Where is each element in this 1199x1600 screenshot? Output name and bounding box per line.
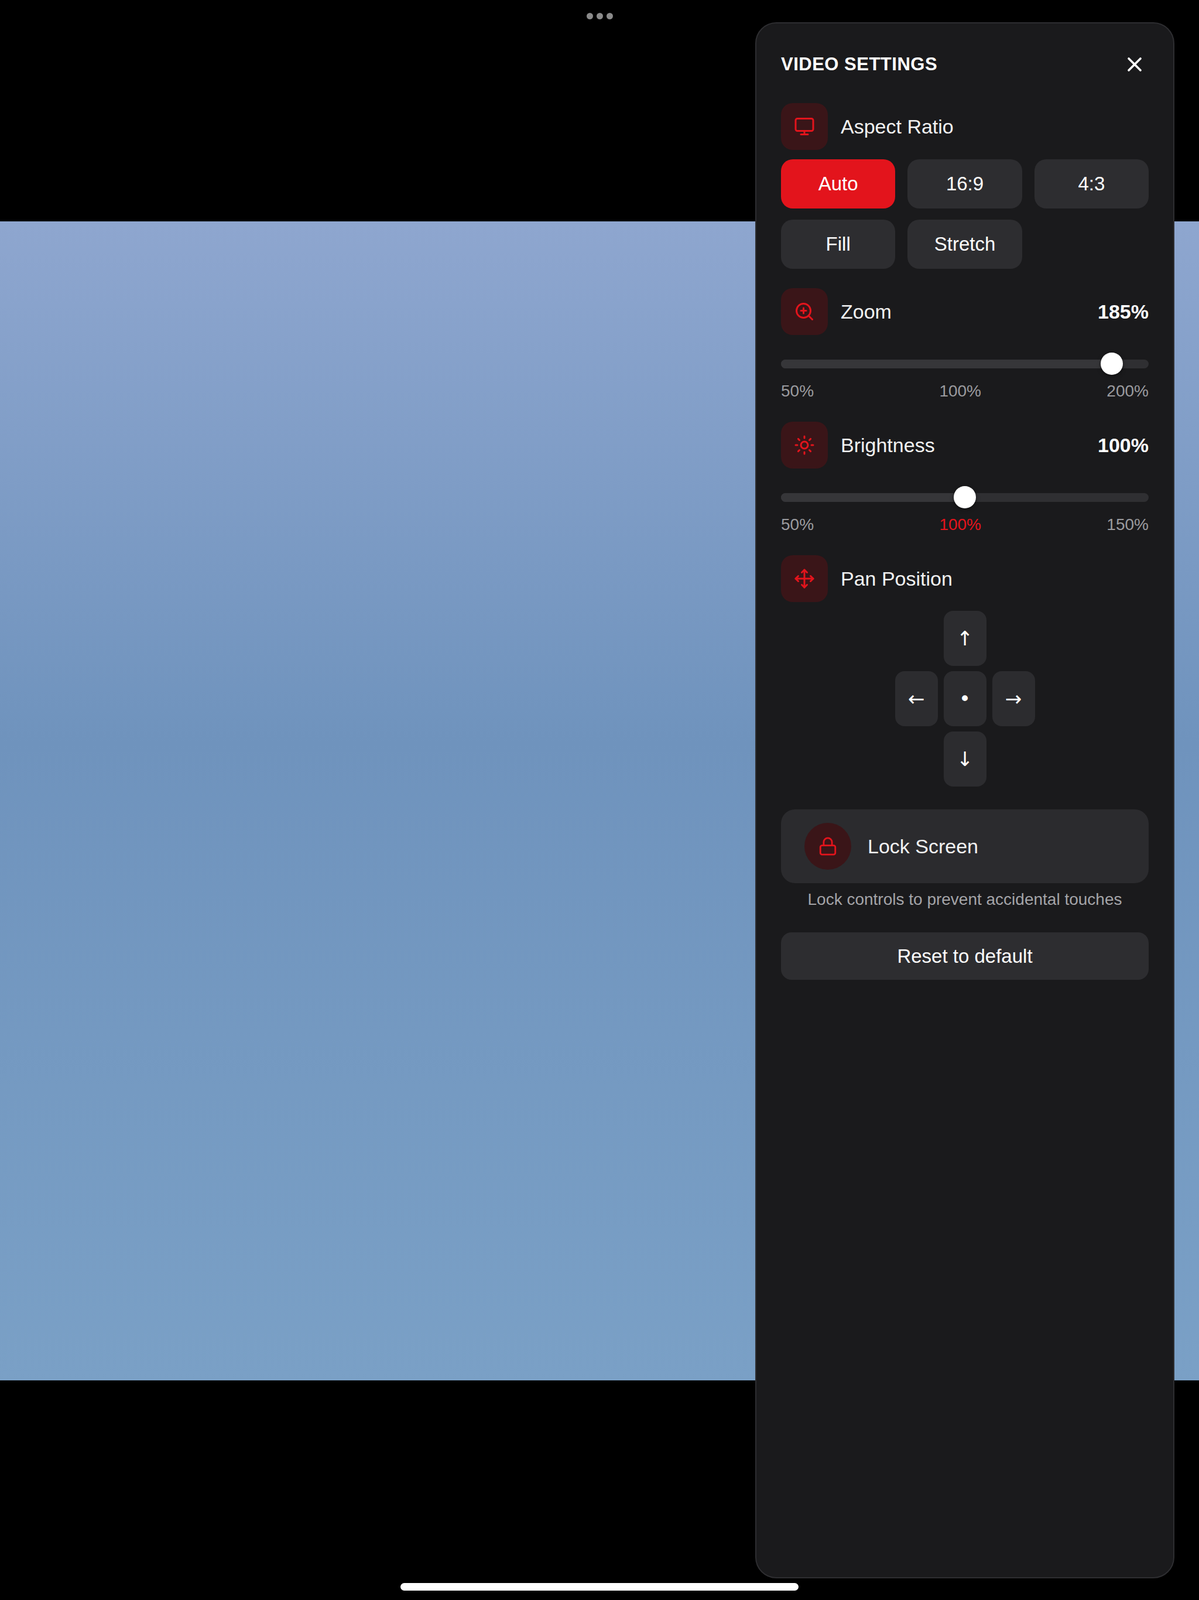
section-label: Pan Position — [840, 567, 953, 591]
more-icon[interactable] — [586, 12, 613, 20]
section-header: Zoom 185% — [780, 288, 1149, 335]
slider[interactable] — [780, 352, 1149, 375]
aspect-ratio-button[interactable]: 4:3 — [1034, 159, 1149, 209]
aspect-ratio-button[interactable]: Fill — [780, 219, 896, 269]
section-header: Brightness 100% — [780, 421, 1149, 469]
home-indicator[interactable] — [400, 1582, 799, 1591]
lock-screen-button[interactable]: Lock Screen — [780, 809, 1149, 883]
pan-right-button[interactable]: → — [992, 670, 1036, 726]
section-label: Zoom — [840, 300, 892, 324]
slider[interactable] — [780, 485, 1149, 509]
slider-reading: 185% — [1097, 300, 1149, 324]
lock-icon — [804, 822, 852, 870]
pan-left-button[interactable]: ← — [895, 670, 938, 726]
aspect-ratio-button[interactable]: Auto — [780, 159, 896, 209]
slider-track[interactable] — [780, 359, 1149, 369]
slider-fill — [780, 359, 1112, 369]
lock-label: Lock Screen — [867, 834, 979, 858]
section-header: Pan Position — [780, 555, 1149, 602]
section-label: Brightness — [840, 433, 935, 457]
panel-title: VIDEO SETTINGS — [780, 53, 938, 75]
slider-ticks: 50% 100% 200% — [780, 381, 1149, 401]
lock-caption: Lock controls to prevent accidental touc… — [780, 889, 1149, 909]
sun-icon — [780, 421, 828, 469]
aspect-ratio-options: Auto16:94:3 FillStretch — [780, 159, 1149, 269]
slider-tick: 200% — [1106, 381, 1149, 401]
move-icon — [780, 555, 828, 602]
zoom-in-icon — [780, 288, 828, 335]
slider-thumb[interactable] — [1100, 352, 1123, 375]
pan-dpad: ↑←•→↓ — [895, 610, 1036, 787]
slider-tick: 100% — [939, 515, 982, 534]
slider-tick: 50% — [780, 515, 814, 534]
aspect-ratio-button[interactable]: Stretch — [907, 219, 1022, 269]
slider-thumb[interactable] — [953, 485, 976, 509]
panel-header: VIDEO SETTINGS — [780, 44, 1149, 85]
close-icon[interactable] — [1122, 52, 1147, 77]
slider-ticks: 50% 100% 150% — [780, 515, 1149, 534]
section-header: Aspect Ratio — [780, 103, 1149, 150]
pan-center-button[interactable]: • — [943, 670, 987, 726]
pan-up-button[interactable]: ↑ — [943, 610, 987, 666]
close-button[interactable] — [1120, 50, 1149, 79]
video-player-screen: VIDEO SETTINGS Aspect Ratio Auto16:94:3 Fil… — [0, 0, 1199, 1600]
slider-reading: 100% — [1097, 433, 1149, 457]
section-label: Aspect Ratio — [840, 115, 954, 139]
reset-button[interactable]: Reset to default — [780, 932, 1149, 980]
monitor-icon — [780, 103, 828, 150]
pan-down-button[interactable]: ↓ — [943, 731, 987, 787]
slider-tick: 100% — [939, 381, 982, 401]
slider-tick: 150% — [1106, 515, 1149, 534]
slider-tick: 50% — [780, 381, 814, 401]
slider-fill — [780, 492, 965, 502]
aspect-ratio-button[interactable]: 16:9 — [907, 159, 1022, 209]
video-settings-panel: VIDEO SETTINGS Aspect Ratio Auto16:94:3 Fil… — [755, 22, 1175, 1578]
